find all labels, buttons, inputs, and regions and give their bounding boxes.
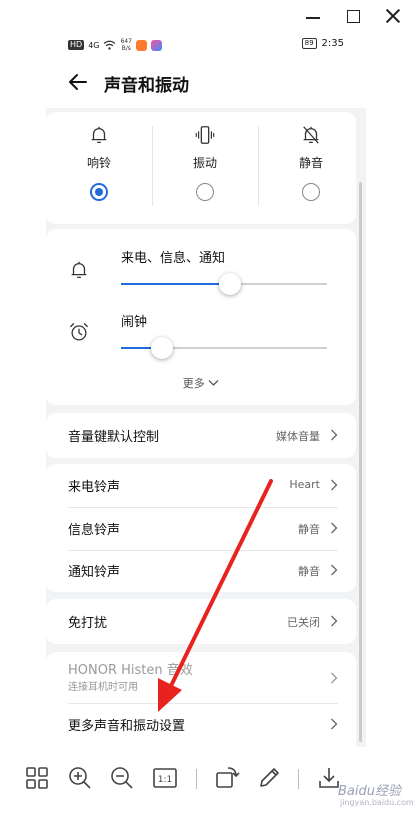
- mode-mute-radio[interactable]: [302, 183, 320, 201]
- ringtones-card: 来电铃声 Heart 信息铃声 静音 通知铃声 静音: [46, 464, 356, 592]
- slider-thumb[interactable]: [151, 337, 174, 359]
- svg-text:1:1: 1:1: [158, 775, 172, 785]
- sound-mode-card: 响铃 振动 静音: [46, 112, 356, 224]
- bell-icon: [91, 126, 107, 143]
- dnd-row[interactable]: 免打扰 已关闭: [46, 600, 356, 643]
- ringtone-volume-slider[interactable]: [121, 272, 327, 296]
- minimize-icon[interactable]: [303, 6, 323, 26]
- message-tone-row[interactable]: 信息铃声 静音: [46, 507, 356, 550]
- scrollbar[interactable]: [359, 182, 362, 742]
- mode-ring-radio[interactable]: [90, 183, 108, 201]
- app-notification-icon: [150, 39, 162, 51]
- alarm-volume-label: 闹钟: [121, 315, 148, 330]
- volume-key-card: 音量键默认控制 媒体音量: [46, 413, 356, 458]
- bell-icon: [71, 261, 87, 278]
- page-title: 声音和振动: [104, 76, 189, 96]
- battery-icon: 89: [301, 38, 317, 49]
- phone-screen: HD 4G 647 B/s 89 2:35 声音和振动 响铃 振动 静音 来电、…: [46, 32, 366, 747]
- mode-vibrate[interactable]: 振动: [152, 122, 258, 216]
- histen-row[interactable]: HONOR Histen 音效 连接耳机时可用: [46, 652, 356, 702]
- close-icon[interactable]: [383, 6, 403, 26]
- rotate-icon[interactable]: [214, 765, 240, 791]
- net-speed: 647 B/s: [120, 38, 132, 52]
- alarm-clock-icon: [70, 323, 88, 341]
- ringtone-volume-label: 来电、信息、通知: [121, 251, 226, 266]
- clock: 2:35: [321, 38, 344, 49]
- slider-thumb[interactable]: [219, 273, 242, 295]
- zoom-out-icon[interactable]: [109, 765, 135, 791]
- dnd-card: 免打扰 已关闭: [46, 599, 356, 644]
- mode-ring[interactable]: 响铃: [46, 122, 152, 216]
- chevron-right-icon: [331, 564, 338, 576]
- mode-mute-label: 静音: [298, 156, 323, 170]
- mode-vibrate-radio[interactable]: [196, 183, 214, 201]
- wifi-icon: [104, 40, 116, 50]
- more-sound-settings-row[interactable]: 更多声音和振动设置: [46, 703, 356, 746]
- watermark-url: jingyan.baidu.com: [340, 798, 413, 807]
- bell-off-icon: [303, 126, 319, 144]
- alarm-volume-slider[interactable]: [121, 336, 327, 360]
- notification-tone-row[interactable]: 通知铃声 静音: [46, 549, 356, 592]
- mode-mute[interactable]: 静音: [258, 122, 364, 216]
- zoom-in-icon[interactable]: [67, 765, 93, 791]
- chevron-right-icon: [331, 615, 338, 627]
- chevron-right-icon: [331, 479, 338, 491]
- hd-badge: HD: [68, 40, 85, 50]
- watermark: Baidu经验: [338, 784, 401, 799]
- app-notification-icon: [135, 39, 147, 51]
- grid-icon[interactable]: [24, 765, 50, 791]
- more-settings-card: HONOR Histen 音效 连接耳机时可用 更多声音和振动设置: [46, 652, 356, 747]
- ringtone-row[interactable]: 来电铃声 Heart: [46, 464, 356, 507]
- mode-ring-label: 响铃: [86, 156, 111, 170]
- volume-card: 来电、信息、通知 闹钟 更多: [46, 229, 356, 405]
- signal-icon: 4G: [88, 40, 100, 50]
- back-arrow-icon[interactable]: [66, 70, 90, 94]
- volume-key-row[interactable]: 音量键默认控制 媒体音量: [46, 414, 356, 457]
- more-volume-toggle[interactable]: 更多: [46, 375, 356, 391]
- mode-vibrate-label: 振动: [192, 156, 217, 170]
- window-controls: [273, 0, 413, 32]
- chevron-right-icon: [331, 718, 338, 730]
- vibrate-icon: [195, 126, 215, 144]
- chevron-right-icon: [331, 672, 338, 684]
- chevron-right-icon: [331, 429, 338, 441]
- app-header: 声音和振动: [46, 58, 366, 108]
- maximize-icon[interactable]: [343, 6, 363, 26]
- chevron-down-icon: [208, 380, 219, 386]
- status-bar: HD 4G 647 B/s 89 2:35: [46, 32, 366, 58]
- actual-size-icon[interactable]: 1:1: [152, 765, 178, 791]
- divider: [298, 769, 299, 789]
- chevron-right-icon: [331, 522, 338, 534]
- edit-pencil-icon[interactable]: [256, 765, 282, 791]
- divider: [196, 769, 197, 789]
